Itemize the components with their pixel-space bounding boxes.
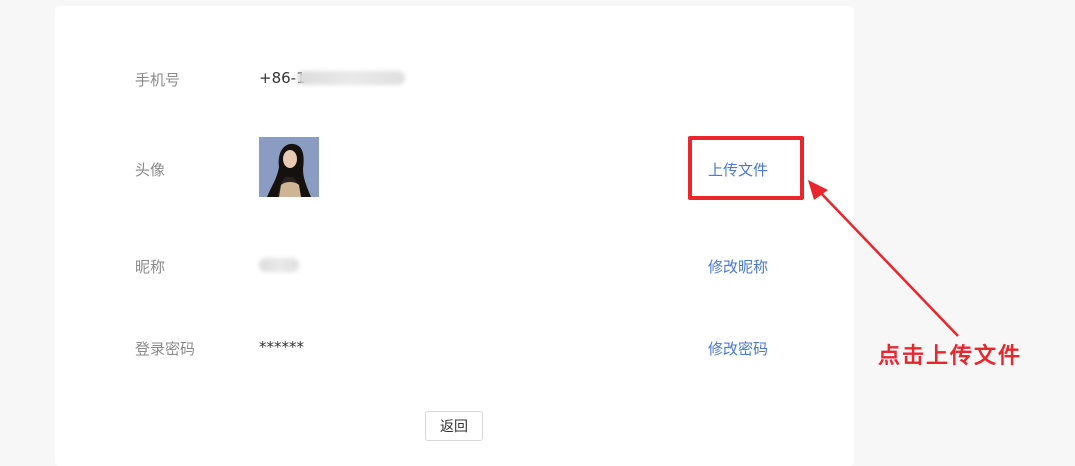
avatar [259,137,319,197]
nickname-redaction [259,258,299,272]
phone-label: 手机号 [135,71,181,89]
avatar-label: 头像 [135,161,166,179]
edit-nickname-link[interactable]: 修改昵称 [708,256,768,277]
highlight-box [688,136,804,200]
password-label: 登录密码 [135,340,196,358]
phone-redaction [297,71,405,85]
callout-text: 点击上传文件 [878,343,1023,369]
nickname-label: 昵称 [135,258,166,276]
back-button[interactable]: 返回 [425,411,483,441]
password-value: ****** [259,338,304,356]
avatar-image [259,137,319,197]
edit-password-link[interactable]: 修改密码 [708,338,768,359]
